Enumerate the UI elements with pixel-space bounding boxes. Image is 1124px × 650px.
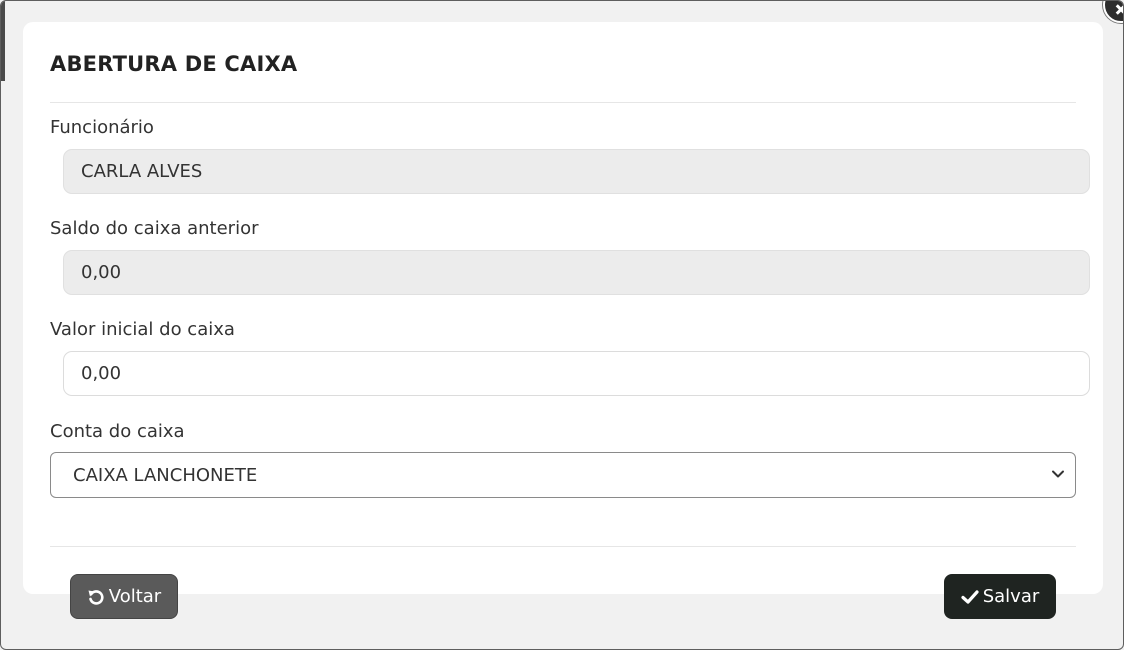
backdrop-edge <box>1 1 5 81</box>
check-icon <box>961 589 979 605</box>
modal-dialog: ABERTURA DE CAIXA Funcionário Saldo do c… <box>23 22 1103 594</box>
footer-divider <box>50 546 1076 547</box>
undo-icon <box>87 588 105 606</box>
funcionario-field <box>63 149 1090 194</box>
valor-inicial-input[interactable] <box>63 351 1090 396</box>
modal-title: ABERTURA DE CAIXA <box>50 52 298 76</box>
header-divider <box>50 102 1076 103</box>
conta-select-value: CAIXA LANCHONETE <box>73 465 258 486</box>
back-button[interactable]: Voltar <box>70 574 178 619</box>
valor-inicial-label: Valor inicial do caixa <box>50 319 235 340</box>
close-icon[interactable] <box>1103 1 1123 23</box>
chevron-down-icon <box>1051 466 1065 480</box>
funcionario-label: Funcionário <box>50 117 154 138</box>
conta-label: Conta do caixa <box>50 421 185 442</box>
modal-overlay: ABERTURA DE CAIXA Funcionário Saldo do c… <box>0 0 1124 650</box>
saldo-anterior-field <box>63 250 1090 295</box>
back-button-label: Voltar <box>108 586 162 607</box>
save-button-label: Salvar <box>982 586 1040 607</box>
conta-select[interactable]: CAIXA LANCHONETE <box>50 452 1076 498</box>
save-button[interactable]: Salvar <box>944 574 1056 619</box>
saldo-anterior-label: Saldo do caixa anterior <box>50 218 259 239</box>
